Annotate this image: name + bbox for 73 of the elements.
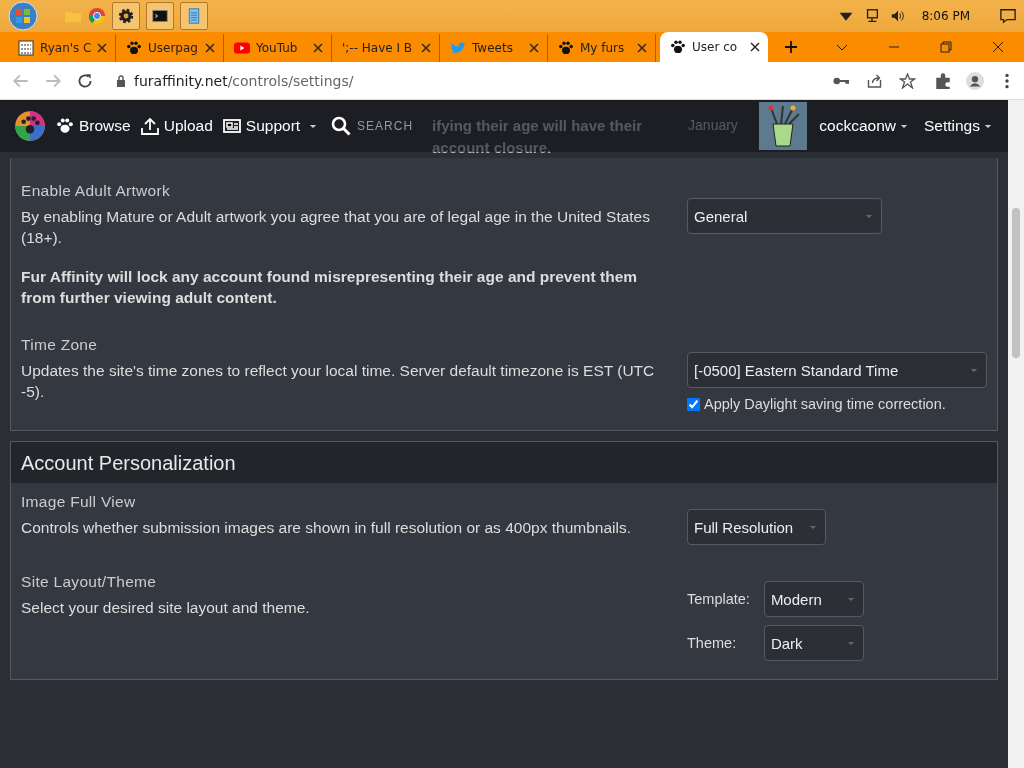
bird-icon bbox=[450, 40, 466, 56]
search-icon[interactable] bbox=[331, 116, 352, 136]
close-icon bbox=[97, 43, 107, 53]
paw-icon bbox=[558, 40, 574, 56]
browser-icon[interactable] bbox=[88, 7, 106, 25]
caret-icon bbox=[846, 596, 855, 602]
scrollbar[interactable] bbox=[1008, 100, 1024, 768]
warning-text: Fur Affinity will lock any account found misrepresenting their age and prevent them from further viewing adult content. bbox=[21, 267, 639, 308]
dropdown[interactable]: Modern bbox=[763, 581, 864, 617]
paw-icon bbox=[670, 39, 686, 55]
section-heading: Account Personalization bbox=[11, 442, 997, 483]
restore-icon[interactable] bbox=[940, 41, 952, 53]
close-icon bbox=[313, 43, 323, 53]
caret-icon bbox=[900, 123, 908, 129]
dropdown[interactable]: Dark bbox=[763, 625, 864, 661]
newspaper-icon bbox=[222, 117, 241, 135]
speaker-icon[interactable] bbox=[889, 8, 906, 24]
reload-icon[interactable] bbox=[76, 71, 94, 90]
calculator-icon bbox=[18, 40, 34, 56]
dropdown[interactable]: [-0500] Eastern Standard Time bbox=[687, 352, 987, 388]
checkbox-label[interactable]: Apply Daylight saving time correction. bbox=[704, 396, 946, 412]
caret-icon bbox=[970, 367, 978, 373]
close-icon bbox=[205, 43, 215, 53]
play-icon bbox=[234, 40, 250, 56]
lock-icon bbox=[116, 74, 126, 87]
share-icon[interactable] bbox=[866, 72, 883, 89]
star-icon[interactable] bbox=[899, 72, 916, 89]
avatar-icon[interactable] bbox=[966, 71, 984, 90]
paw-icon bbox=[126, 40, 142, 56]
select-value: January bbox=[688, 117, 738, 133]
dropdown[interactable]: Full Resolution bbox=[687, 509, 826, 545]
dropdown[interactable]: General bbox=[687, 198, 882, 234]
logo-icon[interactable] bbox=[12, 108, 48, 144]
caret-icon bbox=[809, 524, 817, 530]
paw-icon bbox=[56, 117, 74, 135]
warning-text: account closure. bbox=[432, 138, 552, 156]
search-field[interactable]: SEARCH bbox=[357, 119, 426, 133]
setting-title: Site Layout/Theme bbox=[21, 573, 158, 591]
setting-description: Controls whether submission images are shown in full resolution or as 400px thumbnails. bbox=[21, 518, 632, 538]
field-label: Template: bbox=[687, 591, 750, 607]
setting-title: Time Zone bbox=[21, 336, 99, 354]
clock-time[interactable]: 8:06 PM bbox=[921, 9, 970, 23]
scrollbar-thumb[interactable] bbox=[1012, 208, 1020, 358]
user-menu[interactable]: cockcaonw bbox=[815, 117, 912, 135]
setting-title: Image Full View bbox=[21, 493, 137, 511]
avatar-image[interactable] bbox=[759, 102, 808, 150]
gear-icon[interactable] bbox=[112, 2, 140, 30]
setting-description: Select your desired site layout and theme. bbox=[21, 598, 311, 618]
caret-icon bbox=[846, 640, 855, 646]
close-icon bbox=[637, 43, 647, 53]
setting-description: By enabling Mature or Adult artwork you agree that you are of legal age in the United States (18+). bbox=[21, 207, 651, 248]
notification-icon[interactable] bbox=[1000, 8, 1016, 24]
field-label: Theme: bbox=[687, 635, 738, 651]
nav-link[interactable]: Upload bbox=[140, 117, 213, 135]
close-icon bbox=[421, 43, 431, 53]
nav-link[interactable]: Browse bbox=[56, 117, 131, 135]
puzzle-icon[interactable] bbox=[934, 71, 952, 90]
settings-menu[interactable]: Settings bbox=[920, 117, 996, 135]
plus-icon[interactable] bbox=[784, 40, 798, 54]
close-icon bbox=[750, 42, 760, 52]
start-icon[interactable] bbox=[8, 1, 38, 31]
close-icon bbox=[529, 43, 539, 53]
upload-icon bbox=[140, 117, 159, 135]
setting-title: Enable Adult Artwork bbox=[21, 182, 172, 200]
terminal-icon[interactable] bbox=[146, 2, 174, 30]
setting-description: Updates the site's time zones to reflect your local time. Server default timezone is EST (UTC -5). bbox=[21, 361, 656, 402]
warning-text: ifying their age will have their bbox=[432, 116, 643, 134]
close-icon[interactable] bbox=[992, 41, 1004, 53]
checkbox[interactable] bbox=[687, 397, 700, 411]
nav-link[interactable]: Support bbox=[222, 117, 318, 135]
caret-icon bbox=[865, 213, 873, 219]
caret-icon bbox=[984, 123, 992, 129]
browser-tab[interactable]: User co bbox=[660, 32, 768, 62]
